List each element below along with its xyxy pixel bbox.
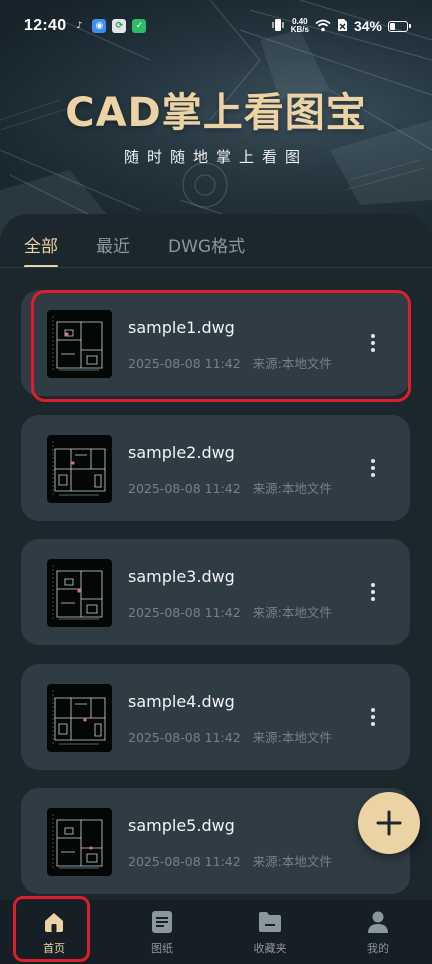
nav-drawings[interactable]: 图纸 <box>108 900 216 964</box>
more-vertical-icon <box>371 334 375 352</box>
dwg-thumbnail <box>47 559 112 627</box>
no-sim-icon <box>337 17 348 36</box>
status-bar: 12:40 ♪ ◉ ⟳ ✓ 0.40 KB/s 34% <box>0 0 432 52</box>
tabs-divider <box>0 267 432 268</box>
app-notification-icon: ◉ <box>92 19 107 33</box>
dwg-thumbnail <box>47 808 112 876</box>
file-card[interactable]: sample4.dwg 2025-08-08 11:42 来源:本地文件 <box>21 663 410 770</box>
nav-drawings-label: 图纸 <box>151 942 173 955</box>
home-icon <box>42 910 66 934</box>
sync-app-icon: ⟳ <box>112 19 127 33</box>
file-date: 2025-08-08 11:42 <box>128 356 241 371</box>
folder-icon <box>258 910 282 934</box>
tiktok-icon: ♪ <box>76 21 83 31</box>
file-meta: 2025-08-08 11:42 来源:本地文件 <box>128 851 332 870</box>
file-source: 来源:本地文件 <box>252 356 332 371</box>
battery-icon <box>388 20 411 32</box>
more-options-button[interactable] <box>358 328 388 358</box>
file-name: sample3.dwg <box>128 567 235 586</box>
more-options-button[interactable] <box>358 453 388 483</box>
user-icon <box>366 910 390 934</box>
file-name: sample2.dwg <box>128 442 235 462</box>
battery-percent: 34% <box>353 18 382 34</box>
file-card[interactable]: sample3.dwg 2025-08-08 11:42 来源:本地文件 <box>21 539 410 645</box>
wifi-icon <box>315 17 331 36</box>
file-meta: 2025-08-08 11:42 来源:本地文件 <box>128 478 332 497</box>
plus-icon <box>376 810 402 836</box>
nav-home-label: 首页 <box>43 942 65 955</box>
file-name: sample4.dwg <box>128 691 235 711</box>
battery-level <box>390 22 395 30</box>
dwg-thumbnail <box>47 434 112 503</box>
bottom-navigation: 首页 图纸 收藏夹 我的 <box>0 900 432 964</box>
drawing-list-icon <box>150 910 174 934</box>
file-name: sample1.dwg <box>128 318 235 337</box>
nav-favorites[interactable]: 收藏夹 <box>216 900 324 964</box>
tab-dwg-label: DWG格式 <box>168 237 246 257</box>
file-card[interactable]: sample5.dwg 2025-08-08 11:42 来源:本地文件 <box>21 788 410 894</box>
network-speed: 0.40 KB/s <box>291 18 309 34</box>
nav-profile[interactable]: 我的 <box>324 900 432 964</box>
net-speed-unit: KB/s <box>290 25 309 34</box>
more-vertical-icon <box>371 458 375 477</box>
more-vertical-icon <box>371 583 375 601</box>
tab-all-label: 全部 <box>24 237 58 257</box>
file-meta: 2025-08-08 11:42 来源:本地文件 <box>128 727 332 746</box>
file-date: 2025-08-08 11:42 <box>128 854 241 869</box>
file-source: 来源:本地文件 <box>252 605 332 620</box>
filter-tabs: 全部 最近 DWG格式 <box>24 232 283 268</box>
file-date: 2025-08-08 11:42 <box>128 480 241 496</box>
app-subtitle: 随时随地掌上看图 <box>123 148 308 166</box>
more-options-button[interactable] <box>358 702 388 732</box>
more-options-button[interactable] <box>358 577 388 607</box>
tab-dwg-format[interactable]: DWG格式 <box>168 232 245 268</box>
nav-home[interactable]: 首页 <box>0 900 108 964</box>
dwg-thumbnail <box>47 683 112 752</box>
file-date: 2025-08-08 11:42 <box>128 729 241 745</box>
nav-favorites-label: 收藏夹 <box>253 942 287 955</box>
vibrate-icon <box>271 17 285 36</box>
file-source: 来源:本地文件 <box>252 729 332 745</box>
file-card[interactable]: sample2.dwg 2025-08-08 11:42 来源:本地文件 <box>21 414 410 521</box>
file-date: 2025-08-08 11:42 <box>128 605 241 620</box>
file-source: 来源:本地文件 <box>252 480 332 496</box>
dwg-thumbnail <box>47 310 112 378</box>
file-source: 来源:本地文件 <box>252 854 332 869</box>
tab-all[interactable]: 全部 <box>24 232 58 268</box>
app-title: CAD掌上看图宝 <box>65 90 367 136</box>
tab-recent-label: 最近 <box>96 237 130 257</box>
file-name: sample5.dwg <box>128 816 235 835</box>
file-meta: 2025-08-08 11:42 来源:本地文件 <box>128 353 332 372</box>
more-vertical-icon <box>371 707 375 726</box>
status-time: 12:40 <box>24 17 67 34</box>
file-meta: 2025-08-08 11:42 来源:本地文件 <box>128 602 332 621</box>
tab-recent[interactable]: 最近 <box>96 232 130 268</box>
file-card[interactable]: sample1.dwg 2025-08-08 11:42 来源:本地文件 <box>21 290 410 396</box>
wechat-icon: ✓ <box>132 19 147 33</box>
nav-profile-label: 我的 <box>367 942 389 955</box>
add-file-button[interactable] <box>358 792 420 854</box>
